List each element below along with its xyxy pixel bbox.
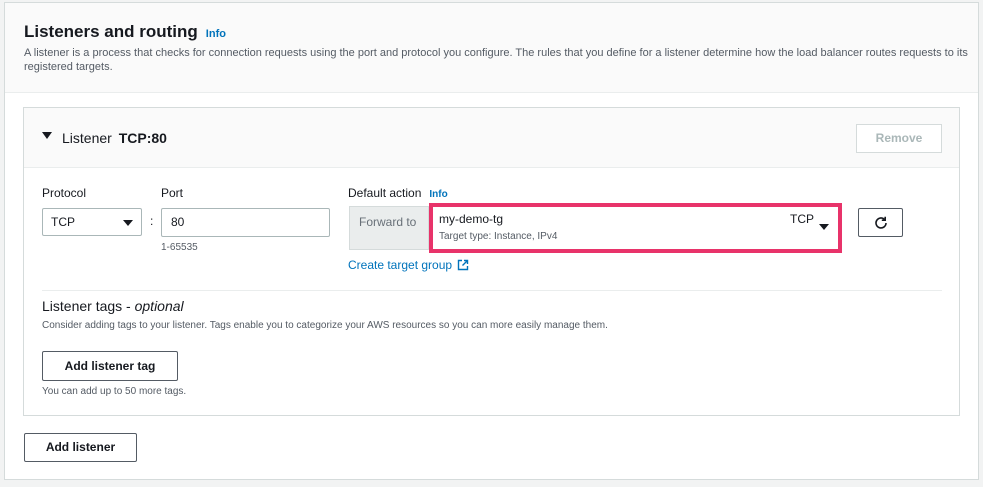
listener-tags-hint: You can add up to 50 more tags.: [42, 386, 187, 397]
create-target-group-label: Create target group: [348, 258, 453, 272]
listener-label: Listener: [62, 130, 112, 146]
refresh-button[interactable]: [858, 208, 903, 237]
refresh-icon: [874, 216, 887, 229]
external-link-icon: [457, 259, 469, 271]
port-hint: 1-65535: [161, 242, 198, 253]
add-listener-tag-button[interactable]: Add listener tag: [42, 351, 178, 381]
title-row: Listeners and routing Info: [24, 22, 226, 42]
listener-header[interactable]: Listener TCP:80 Remove: [24, 108, 959, 168]
forward-to-label: Forward to: [349, 206, 429, 250]
listener-tags-optional: optional: [134, 298, 184, 314]
target-group-protocol: TCP: [790, 212, 814, 226]
chevron-down-icon: [819, 224, 829, 230]
port-input[interactable]: 80: [161, 208, 330, 237]
target-group-name: my-demo-tg: [439, 212, 504, 226]
protocol-label: Protocol: [42, 186, 87, 200]
listener-card: Listener TCP:80 Remove Protocol TCP : Po…: [23, 107, 960, 416]
listener-title: Listener TCP:80: [62, 130, 167, 146]
protocol-value: TCP: [51, 215, 75, 229]
create-target-group-link[interactable]: Create target group: [348, 258, 469, 272]
divider: [42, 290, 942, 291]
add-listener-button[interactable]: Add listener: [24, 433, 137, 462]
section-description: A listener is a process that checks for …: [24, 47, 968, 73]
default-action-info-link[interactable]: Info: [429, 189, 447, 200]
target-group-type: Target type: Instance, IPv4: [439, 231, 558, 242]
caret-down-icon[interactable]: [42, 132, 52, 139]
default-action-label-row: Default action Info: [348, 186, 448, 200]
port-label: Port: [161, 186, 184, 200]
protocol-select[interactable]: TCP: [42, 208, 142, 236]
chevron-down-icon: [123, 220, 133, 226]
default-action-label: Default action: [348, 186, 422, 200]
listener-tags-description: Consider adding tags to your listener. T…: [42, 320, 608, 331]
listeners-panel: Listeners and routing Info A listener is…: [4, 2, 979, 480]
protocol-port-separator: :: [150, 214, 154, 228]
remove-button[interactable]: Remove: [856, 124, 942, 153]
listener-tags-title-text: Listener tags -: [42, 298, 135, 314]
panel-header: Listeners and routing Info A listener is…: [5, 3, 978, 93]
listener-name: TCP:80: [118, 130, 167, 146]
section-title: Listeners and routing: [24, 22, 198, 41]
listener-tags-title: Listener tags - optional: [42, 298, 184, 314]
section-info-link[interactable]: Info: [206, 28, 226, 40]
target-group-select[interactable]: my-demo-tg Target type: Instance, IPv4 T…: [429, 203, 842, 253]
